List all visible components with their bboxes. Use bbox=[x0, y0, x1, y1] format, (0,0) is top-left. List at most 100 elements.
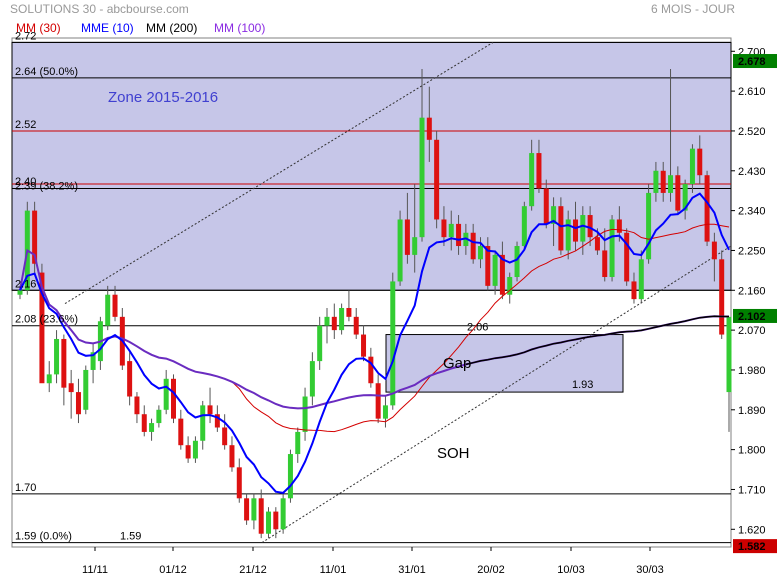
candle-body bbox=[258, 498, 264, 534]
y-tick-label: 2.070 bbox=[738, 325, 766, 337]
candle-body bbox=[207, 405, 213, 415]
candle-body bbox=[404, 219, 410, 255]
candle-body bbox=[222, 427, 228, 446]
candle-body bbox=[412, 237, 418, 255]
candle-body bbox=[609, 219, 615, 278]
candle-body bbox=[419, 117, 425, 238]
candle-body bbox=[170, 378, 176, 419]
y-tick-label: 1.800 bbox=[738, 445, 766, 457]
y-tick-label: 2.610 bbox=[738, 86, 766, 98]
x-tick-label: 31/01 bbox=[398, 564, 426, 576]
candle-body bbox=[390, 281, 396, 406]
candle-body bbox=[543, 188, 549, 224]
candle-body bbox=[302, 396, 308, 432]
candle-body bbox=[638, 259, 644, 300]
candle-body bbox=[17, 290, 23, 295]
candle-body bbox=[573, 219, 579, 242]
candle-body bbox=[624, 232, 630, 282]
candle-body bbox=[134, 396, 140, 415]
candle-body bbox=[295, 431, 301, 455]
candle-body bbox=[441, 219, 447, 238]
candle-body bbox=[726, 316, 732, 393]
price-badge-label: 2.678 bbox=[738, 56, 766, 68]
header-period: 6 MOIS - JOUR bbox=[651, 2, 735, 16]
candle-body bbox=[192, 440, 198, 459]
legend-1: MME (10) bbox=[81, 21, 134, 35]
level-label-2.72: 2.72 bbox=[15, 30, 36, 42]
legend-2: MM (200) bbox=[146, 21, 197, 35]
candle-body bbox=[61, 338, 67, 388]
candle-body bbox=[485, 246, 491, 286]
candle-body bbox=[426, 117, 432, 140]
y-tick-label: 1.710 bbox=[738, 484, 766, 496]
level-label-2.16: 2.16 bbox=[15, 278, 36, 290]
chart: SOLUTIONS 30 - abcbourse.com 6 MOIS - JOU… bbox=[0, 0, 784, 580]
y-tick-label: 2.430 bbox=[738, 166, 766, 178]
candle-body bbox=[141, 414, 147, 432]
y-tick-label: 1.980 bbox=[738, 365, 766, 377]
gap-top-label: 2.06 bbox=[467, 322, 488, 334]
level-label-1.59: 1.59 (0.0%) bbox=[15, 531, 72, 543]
price-badge-label: 1.582 bbox=[738, 541, 766, 553]
candle-body bbox=[353, 316, 359, 335]
candle-body bbox=[660, 170, 666, 193]
candle-body bbox=[470, 232, 476, 260]
candle-body bbox=[448, 223, 454, 238]
level-label-1.70: 1.70 bbox=[15, 482, 36, 494]
candle-body bbox=[704, 175, 710, 242]
candle-body bbox=[580, 215, 586, 242]
candle-body bbox=[163, 378, 169, 410]
price-badge-label: 2.102 bbox=[738, 311, 766, 323]
candle-body bbox=[653, 170, 659, 193]
candle-body bbox=[339, 307, 345, 331]
header-title: SOLUTIONS 30 - abcbourse.com bbox=[10, 2, 189, 16]
x-tick-label: 10/03 bbox=[557, 564, 585, 576]
candle-body bbox=[266, 511, 272, 534]
x-tick-label: 11/11 bbox=[82, 564, 108, 576]
candle-body bbox=[127, 361, 133, 397]
soh-label: SOH bbox=[437, 445, 470, 462]
x-tick-label: 21/12 bbox=[239, 564, 267, 576]
candle-body bbox=[156, 409, 162, 424]
candle-body bbox=[331, 316, 337, 331]
gap-label: Gap bbox=[443, 355, 471, 372]
candle-body bbox=[521, 206, 527, 247]
candle-body bbox=[200, 405, 206, 441]
candle-body bbox=[689, 148, 695, 185]
candle-body bbox=[112, 294, 118, 317]
candle-body bbox=[697, 148, 703, 176]
candle-body bbox=[536, 153, 542, 189]
candle-body bbox=[317, 325, 323, 362]
y-tick-label: 2.520 bbox=[738, 126, 766, 138]
candle-body bbox=[514, 246, 520, 278]
candle-body bbox=[668, 175, 674, 193]
candle-body bbox=[711, 241, 717, 260]
candle-body bbox=[46, 374, 52, 384]
x-tick-label: 01/12 bbox=[159, 564, 187, 576]
candle-body bbox=[346, 307, 352, 317]
candle-body bbox=[594, 237, 600, 251]
candle-body bbox=[368, 356, 374, 384]
candle-body bbox=[631, 281, 637, 300]
x-tick-label: 20/02 bbox=[477, 564, 505, 576]
candle-body bbox=[558, 206, 564, 251]
candle-body bbox=[185, 445, 191, 459]
candle-body bbox=[105, 294, 111, 326]
candle-body bbox=[273, 511, 279, 530]
zone-2015-2016 bbox=[11, 41, 732, 291]
candle-body bbox=[602, 250, 608, 278]
candle-body bbox=[280, 498, 286, 530]
candle-body bbox=[236, 467, 242, 499]
legend-3: MM (100) bbox=[214, 21, 265, 35]
candle-body bbox=[434, 139, 440, 220]
level-label-2.52: 2.52 bbox=[15, 119, 36, 131]
candle-body bbox=[529, 153, 535, 207]
candle-body bbox=[287, 454, 293, 499]
magenta-level-label: 1.59 bbox=[120, 531, 141, 543]
candle-body bbox=[324, 316, 330, 326]
level-label-2.08: 2.08 (23.6%) bbox=[15, 314, 78, 326]
gap-bottom-label: 1.93 bbox=[572, 379, 593, 391]
candle-body bbox=[309, 361, 315, 397]
level-label-2.39: 2.39 (38.2%) bbox=[15, 180, 78, 192]
candle-body bbox=[54, 338, 60, 375]
